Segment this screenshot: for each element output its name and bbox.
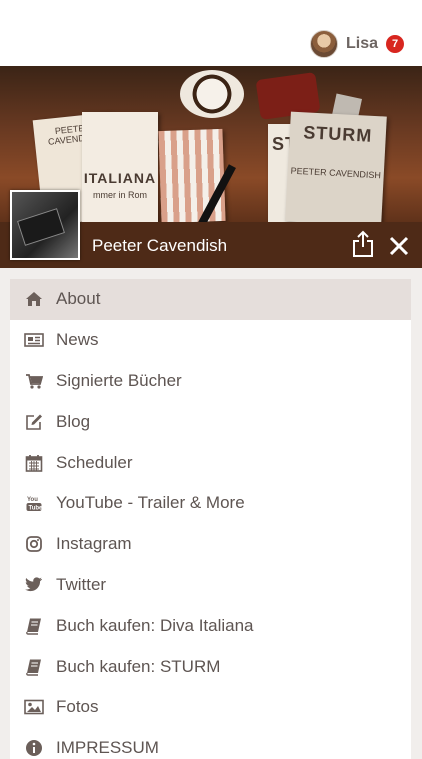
calendar-icon — [24, 453, 44, 473]
menu-item-label: Twitter — [56, 574, 107, 594]
youtube-icon: You Tube — [24, 493, 44, 513]
menu-item-label: News — [56, 330, 99, 350]
menu-item-label: Buch kaufen: STURM — [56, 656, 221, 676]
coffee-cup-illustration — [180, 70, 244, 118]
menu-item-label: Buch kaufen: Diva Italiana — [56, 615, 254, 635]
svg-text:Tube: Tube — [29, 506, 44, 512]
menu-item-label: Fotos — [56, 697, 99, 717]
navigation-menu: About News Signierte Bücher Blog Schedul… — [10, 279, 411, 759]
menu-item-label: Signierte Bücher — [56, 370, 182, 390]
menu-item-label: Scheduler — [56, 452, 133, 472]
close-button[interactable] — [388, 235, 410, 257]
menu-item-label: IMPRESSUM — [56, 738, 159, 758]
cart-icon — [24, 371, 44, 391]
book-title-text: ITALIANA — [83, 170, 157, 186]
menu-item-label: Instagram — [56, 534, 132, 554]
twitter-icon — [24, 575, 44, 595]
instagram-icon — [24, 534, 44, 554]
bookmarks-illustration — [158, 128, 226, 224]
menu-item-blog[interactable]: Blog — [10, 401, 411, 442]
info-icon — [24, 738, 44, 758]
share-button[interactable] — [351, 230, 375, 258]
book-illustration: ITALIANA mmer in Rom — [82, 112, 158, 222]
menu-item-label: About — [56, 289, 101, 309]
menu-item-label: Blog — [56, 411, 91, 431]
user-avatar[interactable] — [309, 30, 338, 58]
menu-item-label: YouTube - Trailer & More — [56, 493, 245, 513]
user-account[interactable]: Lisa 7 — [309, 30, 404, 58]
top-bar: Lisa 7 — [0, 0, 422, 66]
book-illustration: STURM PEETER CAVENDISH — [285, 111, 387, 226]
menu-item-news[interactable]: News — [10, 320, 411, 361]
menu-item-buy-diva-italiana[interactable]: Buch kaufen: Diva Italiana — [10, 605, 411, 646]
newspaper-icon — [24, 330, 44, 350]
book-subtitle-text: mmer in Rom — [92, 190, 147, 200]
menu-item-twitter[interactable]: Twitter — [10, 565, 411, 606]
menu-item-about[interactable]: About — [10, 279, 411, 320]
image-icon — [24, 697, 44, 717]
page-title: Peeter Cavendish — [92, 236, 228, 255]
profile-picture[interactable] — [10, 190, 80, 260]
edit-icon — [24, 412, 44, 432]
share-icon — [353, 230, 373, 257]
menu-item-photos[interactable]: Fotos — [10, 687, 411, 728]
menu-item-buy-sturm[interactable]: Buch kaufen: STURM — [10, 646, 411, 687]
menu-item-impressum[interactable]: IMPRESSUM — [10, 728, 411, 759]
book-icon — [24, 657, 44, 677]
menu-item-signed-books[interactable]: Signierte Bücher — [10, 361, 411, 402]
home-icon — [24, 289, 44, 309]
menu-item-instagram[interactable]: Instagram — [10, 524, 411, 565]
svg-text:You: You — [27, 497, 38, 503]
user-name[interactable]: Lisa — [346, 35, 378, 53]
notification-badge[interactable]: 7 — [386, 35, 404, 53]
book-title-text: STURM — [302, 122, 373, 146]
book-author-text: PEETER CAVENDISH — [290, 165, 382, 181]
close-icon — [389, 236, 409, 256]
book-icon — [24, 616, 44, 636]
menu-item-scheduler[interactable]: Scheduler — [10, 442, 411, 483]
menu-item-youtube[interactable]: You Tube YouTube - Trailer & More — [10, 483, 411, 524]
